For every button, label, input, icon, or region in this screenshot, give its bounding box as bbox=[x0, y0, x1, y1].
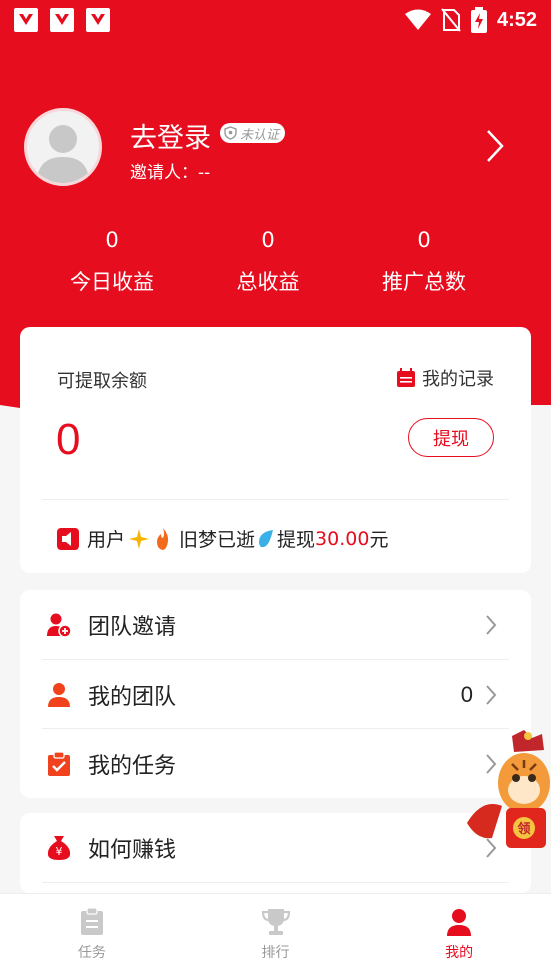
no-sim-icon bbox=[441, 8, 461, 32]
tiger-mascot-icon: 领 bbox=[467, 730, 550, 848]
divider bbox=[42, 499, 509, 500]
balance-amount: 0 bbox=[56, 415, 81, 464]
calendar-icon bbox=[397, 368, 415, 387]
clipboard-icon bbox=[80, 908, 103, 935]
profile-header[interactable]: 去登录 未认证 邀请人：-- bbox=[24, 108, 524, 188]
chevron-right-icon[interactable] bbox=[484, 128, 506, 164]
menu-card: ¥ 如何赚钱 bbox=[20, 813, 531, 893]
stat-label: 推广总数 bbox=[382, 270, 466, 294]
balance-card: 可提取余额 我的记录 0 提现 用户 旧梦已逝 提现 30.00 元 bbox=[20, 327, 531, 573]
menu-item-team-invite[interactable]: 团队邀请 bbox=[20, 590, 531, 660]
wifi-icon bbox=[404, 9, 431, 30]
avatar[interactable] bbox=[24, 108, 102, 186]
broadcast-action: 提现 bbox=[277, 529, 316, 551]
notification-app-icon bbox=[86, 8, 110, 32]
menu-card: 团队邀请 我的团队 0 我的任务 bbox=[20, 590, 531, 798]
stat-value: 0 bbox=[261, 228, 275, 252]
money-bag-icon: ¥ bbox=[47, 836, 71, 860]
droplet-icon bbox=[259, 529, 274, 547]
balance-label: 可提取余额 bbox=[57, 371, 147, 392]
status-bar: 4:52 bbox=[0, 0, 551, 40]
stat-today-earnings: 0 今日收益 bbox=[32, 228, 192, 296]
team-count: 0 bbox=[460, 682, 473, 707]
divider bbox=[42, 882, 509, 883]
menu-item-my-team[interactable]: 我的团队 0 bbox=[20, 660, 531, 730]
inviter-text: 邀请人：-- bbox=[130, 163, 211, 183]
clipboard-check-icon bbox=[48, 751, 70, 776]
notification-app-icon bbox=[50, 8, 74, 32]
user-add-icon bbox=[47, 613, 72, 638]
tab-tasks[interactable]: 任务 bbox=[0, 894, 184, 979]
menu-item-label: 团队邀请 bbox=[88, 615, 177, 640]
svg-text:¥: ¥ bbox=[56, 845, 63, 858]
megaphone-icon bbox=[57, 527, 79, 550]
battery-charging-icon bbox=[470, 7, 487, 33]
tab-label: 排行 bbox=[261, 945, 290, 961]
menu-item-label: 我的团队 bbox=[88, 685, 177, 710]
stat-promotion-count: 0 推广总数 bbox=[344, 228, 504, 296]
broadcast-amount: 30.00 bbox=[315, 527, 370, 550]
withdraw-button[interactable]: 提现 bbox=[408, 418, 494, 457]
menu-item-label: 如何赚钱 bbox=[88, 838, 177, 863]
stat-value: 0 bbox=[417, 228, 431, 252]
broadcast-user-name: 旧梦已逝 bbox=[179, 529, 256, 551]
user-icon bbox=[48, 683, 70, 707]
chevron-right-icon bbox=[486, 685, 497, 705]
fire-icon bbox=[157, 527, 169, 550]
stat-value: 0 bbox=[105, 228, 119, 252]
floating-mascot-red-packet[interactable]: 领 bbox=[462, 728, 551, 858]
withdraw-broadcast: 用户 旧梦已逝 提现 30.00 元 bbox=[57, 525, 388, 552]
sparkle-icon bbox=[129, 528, 150, 549]
menu-item-how-to-earn[interactable]: ¥ 如何赚钱 bbox=[20, 813, 531, 883]
menu-item-my-tasks[interactable]: 我的任务 bbox=[20, 729, 531, 799]
verification-badge-label: 未认证 bbox=[240, 127, 280, 143]
default-avatar-icon bbox=[37, 125, 89, 183]
notification-app-icon bbox=[14, 8, 38, 32]
broadcast-prefix: 用户 bbox=[87, 529, 126, 551]
broadcast-unit: 元 bbox=[369, 529, 389, 551]
trophy-icon bbox=[261, 909, 290, 935]
verification-badge: 未认证 bbox=[220, 123, 286, 143]
stat-label: 今日收益 bbox=[70, 270, 154, 294]
red-packet-badge: 领 bbox=[517, 821, 530, 837]
chevron-right-icon bbox=[486, 615, 497, 635]
my-records-link[interactable]: 我的记录 bbox=[396, 365, 494, 391]
my-records-label: 我的记录 bbox=[422, 369, 494, 390]
stat-label: 总收益 bbox=[236, 270, 300, 294]
status-time: 4:52 bbox=[496, 8, 537, 31]
login-link[interactable]: 去登录 bbox=[130, 116, 211, 155]
stat-total-earnings: 0 总收益 bbox=[188, 228, 348, 296]
bottom-tab-bar: 任务 排行 我的 bbox=[0, 893, 551, 979]
tab-mine[interactable]: 我的 bbox=[367, 894, 551, 979]
menu-item-label: 我的任务 bbox=[88, 754, 177, 779]
tab-label: 我的 bbox=[445, 945, 474, 961]
tab-label: 任务 bbox=[77, 945, 106, 961]
tab-ranking[interactable]: 排行 bbox=[184, 894, 368, 979]
shield-icon bbox=[224, 126, 237, 140]
person-icon bbox=[447, 909, 472, 936]
